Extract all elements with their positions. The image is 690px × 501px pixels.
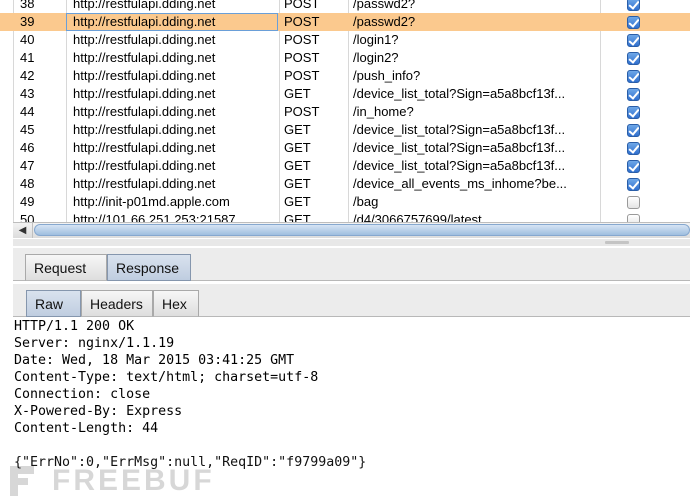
row-url: /device_list_total?Sign=a5a8bcf13f... [353,122,566,137]
table-row[interactable]: 42 http://restfulapi.dding.net POST/push_i… [0,67,690,85]
row-number: 44 [20,104,35,119]
checkbox-checked-icon[interactable] [627,16,640,29]
checkbox-unchecked-icon[interactable] [627,196,640,209]
row-number: 40 [20,32,35,47]
row-url: /device_list_total?Sign=a5a8bcf13f... [353,140,566,155]
table-row[interactable]: 41 http://restfulapi.dding.net POST/login2… [0,49,690,67]
selection-focus-box [66,13,278,31]
row-url: /device_all_events_ms_inhome?be... [353,176,567,191]
row-number: 48 [20,176,35,191]
watermark: FREEBUF [8,462,218,501]
pane-splitter[interactable] [13,239,690,246]
row-host: http://restfulapi.dding.net [73,0,216,11]
message-tab-bar: Request Response [13,248,690,281]
row-url: /login1? [353,32,399,47]
row-number: 41 [20,50,35,65]
row-method: POST [284,32,320,47]
request-table: 38 http://restfulapi.dding.net POST/passwd… [0,0,690,226]
row-host: http://restfulapi.dding.net [73,158,216,173]
checkbox-checked-icon[interactable] [627,88,640,101]
row-method: POST [284,14,320,29]
table-row[interactable]: 44 http://restfulapi.dding.net POST/in_hom… [0,103,690,121]
checkbox-checked-icon[interactable] [627,106,640,119]
checkbox-checked-icon[interactable] [627,178,640,191]
row-url: /device_list_total?Sign=a5a8bcf13f... [353,158,566,173]
table-row[interactable]: 38 http://restfulapi.dding.net POST/passwd… [0,0,690,13]
checkbox-checked-icon[interactable] [627,160,640,173]
row-method: POST [284,0,320,11]
row-host: http://init-p01md.apple.com [73,194,230,209]
checkbox-checked-icon[interactable] [627,142,640,155]
row-method: POST [284,50,320,65]
row-number: 43 [20,86,35,101]
watermark-text: FREEBUF [52,464,215,497]
table-row[interactable]: 40 http://restfulapi.dding.net POST/login1… [0,31,690,49]
table-row[interactable]: 39 http://restfulapi.dding.net POST/passwd… [0,13,690,31]
row-method: GET [284,122,311,137]
horizontal-scrollbar[interactable]: ◀ [13,222,690,238]
row-host: http://restfulapi.dding.net [73,140,216,155]
row-host: http://restfulapi.dding.net [73,104,216,119]
scrollbar-thumb[interactable] [34,224,690,236]
tab-response[interactable]: Response [107,254,191,281]
row-number: 39 [20,14,35,29]
row-method: POST [284,104,320,119]
row-host: http://restfulapi.dding.net [73,86,216,101]
row-url: /in_home? [353,104,414,119]
row-host: http://restfulapi.dding.net [73,68,216,83]
header-line: X-Powered-By: Express [14,404,183,419]
table-row[interactable]: 45 http://restfulapi.dding.net GET/device_… [0,121,690,139]
row-number: 45 [20,122,35,137]
table-row[interactable]: 49 http://init-p01md.apple.com GET/bag [0,193,690,211]
header-line: Server: nginx/1.1.19 [14,336,175,351]
header-line: Content-Type: text/html; charset=utf-8 [14,370,319,385]
table-row[interactable]: 48 http://restfulapi.dding.net GET/device_… [0,175,690,193]
view-tab-bar: Raw Headers Hex [13,284,690,317]
row-method: GET [284,176,311,191]
row-method: GET [284,158,311,173]
splitter-grip[interactable] [605,241,629,244]
checkbox-checked-icon[interactable] [627,52,640,65]
header-line: Connection: close [14,387,151,402]
table-row[interactable]: 46 http://restfulapi.dding.net GET/device_… [0,139,690,157]
row-number: 49 [20,194,35,209]
row-host: http://restfulapi.dding.net [73,32,216,47]
row-number: 47 [20,158,35,173]
row-method: GET [284,194,311,209]
row-number: 38 [20,0,35,11]
row-method: GET [284,140,311,155]
row-url: /login2? [353,50,399,65]
checkbox-checked-icon[interactable] [627,70,640,83]
table-row[interactable]: 47 http://restfulapi.dding.net GET/device_… [0,157,690,175]
row-url: /passwd2? [353,14,416,29]
row-host: http://restfulapi.dding.net [73,50,216,65]
header-line: Content-Length: 44 [14,421,159,436]
row-url: /device_list_total?Sign=a5a8bcf13f... [353,86,566,101]
status-line: HTTP/1.1 200 OK [14,319,135,334]
row-number: 42 [20,68,35,83]
freebuf-logo-icon [10,466,34,496]
row-method: POST [284,68,320,83]
header-line: Date: Wed, 18 Mar 2015 03:41:25 GMT [14,353,295,368]
row-host: http://restfulapi.dding.net [73,176,216,191]
tab-raw[interactable]: Raw [26,290,81,317]
row-url: /passwd2? [353,0,416,11]
checkbox-checked-icon[interactable] [627,34,640,47]
tab-request[interactable]: Request [25,254,107,281]
table-row[interactable]: 43 http://restfulapi.dding.net GET/device_… [0,85,690,103]
row-number: 46 [20,140,35,155]
row-url: /bag [353,194,379,209]
left-arrow-icon[interactable]: ◀ [13,223,33,238]
row-host: http://restfulapi.dding.net [73,122,216,137]
row-method: GET [284,86,311,101]
row-url: /push_info? [353,68,421,83]
tab-headers[interactable]: Headers [81,290,153,317]
checkbox-checked-icon[interactable] [627,124,640,137]
tab-hex[interactable]: Hex [153,290,199,317]
checkbox-checked-icon[interactable] [627,0,640,11]
